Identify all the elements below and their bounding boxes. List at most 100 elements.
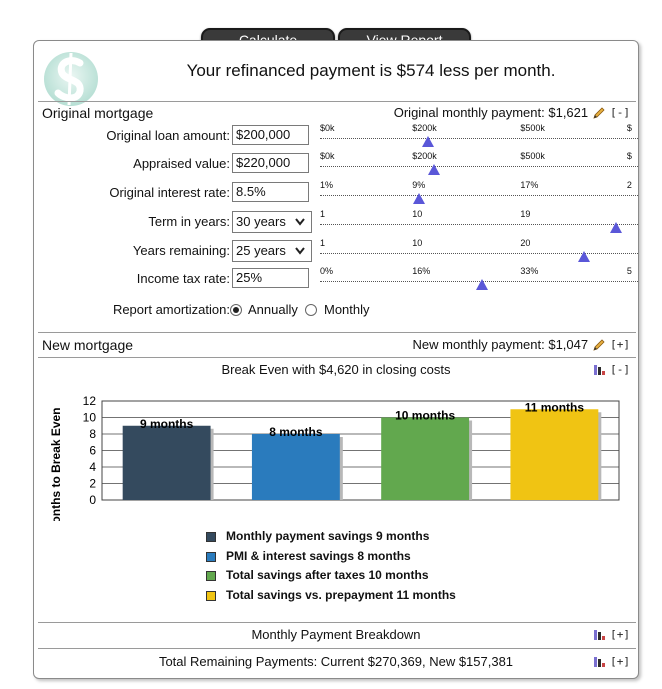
new-payment-text: New monthly payment: $1,047 bbox=[412, 337, 589, 352]
legend-item: PMI & interest savings 8 months bbox=[206, 549, 456, 569]
select-value: 25 years bbox=[236, 243, 286, 258]
chart-controls: [-] bbox=[594, 363, 630, 376]
slider-tick-label: 20 bbox=[520, 238, 531, 248]
slider-tick-label: 17% bbox=[520, 180, 539, 190]
slider-tick-label: 1% bbox=[320, 180, 334, 190]
slider-thumb[interactable] bbox=[476, 279, 489, 290]
chart-legend: Monthly payment savings 9 months PMI & in… bbox=[206, 529, 456, 607]
bar-data-label: 9 months bbox=[140, 417, 194, 431]
field-input[interactable]: $220,000 bbox=[232, 153, 309, 173]
slider-tick-label: 2 bbox=[626, 180, 632, 190]
legend-item: Monthly payment savings 9 months bbox=[206, 529, 456, 549]
divider bbox=[38, 357, 636, 358]
pencil-icon[interactable] bbox=[592, 338, 606, 352]
divider bbox=[38, 332, 636, 333]
field-label: Term in years: bbox=[148, 214, 230, 229]
divider bbox=[38, 622, 636, 623]
chart-title: Break Even with $4,620 in closing costs bbox=[221, 362, 451, 377]
new-expand-toggle[interactable]: [+] bbox=[610, 338, 630, 351]
bar-data-label: 8 months bbox=[269, 425, 323, 439]
pencil-icon[interactable] bbox=[592, 106, 606, 120]
monthly-label: Monthly bbox=[324, 302, 370, 317]
original-collapse-toggle[interactable]: [-] bbox=[610, 106, 630, 119]
slider-tick-label: $ bbox=[626, 123, 632, 133]
slider-thumb[interactable] bbox=[412, 193, 425, 204]
legend-label: Total savings vs. prepayment 11 months bbox=[226, 587, 456, 602]
field-slider[interactable]: 1% 9% 17% 2 bbox=[320, 180, 638, 206]
slider-thumb[interactable] bbox=[577, 251, 590, 262]
field-row: Years remaining: 25 years 1 10 20 bbox=[34, 238, 638, 264]
field-row: Original loan amount: $200,000 $0k $200k $50… bbox=[34, 123, 638, 149]
slider-tick-label: $500k bbox=[520, 151, 545, 161]
original-summary: Original monthly payment: $1,621 [-] bbox=[394, 105, 630, 120]
slider-thumb[interactable] bbox=[609, 222, 622, 233]
legend-swatch bbox=[206, 571, 216, 581]
field-input[interactable]: 8.5% bbox=[232, 182, 309, 202]
field-label: Income tax rate: bbox=[136, 271, 230, 286]
slider-tick-label: $500k bbox=[520, 123, 545, 133]
field-row: Original interest rate: 8.5% 1% 9% 17% 2 bbox=[34, 180, 638, 206]
slider-track bbox=[320, 253, 638, 254]
legend-swatch bbox=[206, 532, 216, 542]
field-label: Original interest rate: bbox=[109, 185, 230, 200]
field-label: Appraised value: bbox=[133, 156, 230, 171]
y-tick-label: 8 bbox=[89, 427, 96, 441]
annually-label: Annually bbox=[248, 302, 298, 317]
legend-label: Monthly payment savings 9 months bbox=[226, 529, 430, 543]
field-slider[interactable]: 0% 16% 33% 5 bbox=[320, 266, 638, 292]
field-input[interactable]: $200,000 bbox=[232, 125, 309, 145]
years-remaining-select[interactable]: 25 years bbox=[232, 240, 312, 262]
slider-tick-label: 33% bbox=[520, 266, 539, 276]
y-tick-label: 6 bbox=[89, 444, 96, 458]
term-select[interactable]: 30 years bbox=[232, 211, 312, 233]
y-tick-label: 12 bbox=[83, 394, 97, 408]
y-tick-label: 2 bbox=[89, 477, 96, 491]
slider-tick-label: 10 bbox=[412, 209, 423, 219]
chevron-down-icon bbox=[295, 247, 305, 255]
slider-thumb[interactable] bbox=[428, 164, 441, 175]
amortization-row: Report amortization: Annually Monthly bbox=[34, 301, 638, 321]
bar bbox=[381, 417, 470, 500]
new-mortgage-title: New mortgage bbox=[42, 337, 134, 353]
slider-track bbox=[320, 138, 638, 139]
slider-tick-label: 1 bbox=[320, 238, 326, 248]
headline: Your refinanced payment is $574 less per… bbox=[186, 61, 556, 80]
monthly-radio[interactable] bbox=[305, 304, 317, 316]
legend-item: Total savings vs. prepayment 11 months bbox=[206, 588, 456, 608]
field-input[interactable]: 25% bbox=[232, 268, 309, 288]
remaining-payments-title[interactable]: Total Remaining Payments: Current $270,3… bbox=[34, 654, 638, 669]
annually-radio[interactable] bbox=[230, 304, 242, 316]
field-slider[interactable]: $0k $200k $500k $ bbox=[320, 151, 638, 177]
slider-track bbox=[320, 166, 638, 167]
remaining-expand-toggle[interactable]: [+] bbox=[610, 655, 630, 668]
legend-label: Total savings after taxes 10 months bbox=[226, 568, 429, 582]
slider-tick-label: 0% bbox=[320, 266, 334, 276]
slider-track bbox=[320, 195, 638, 196]
remaining-controls: [+] bbox=[594, 655, 630, 668]
bar bbox=[510, 409, 599, 500]
select-value: 30 years bbox=[236, 214, 286, 229]
bar-chart-icon[interactable] bbox=[594, 364, 608, 375]
field-slider[interactable]: 1 10 20 bbox=[320, 238, 638, 264]
field-slider[interactable]: $0k $200k $500k $ bbox=[320, 123, 638, 149]
y-axis-label: Months to Break Even bbox=[49, 407, 63, 521]
monthly-breakdown-title[interactable]: Monthly Payment Breakdown bbox=[34, 627, 638, 642]
slider-thumb[interactable] bbox=[422, 136, 435, 147]
y-tick-label: 0 bbox=[89, 493, 96, 507]
chevron-down-icon bbox=[295, 218, 305, 226]
bar bbox=[251, 434, 340, 500]
legend-item: Total savings after taxes 10 months bbox=[206, 568, 456, 588]
chart-collapse-toggle[interactable]: [-] bbox=[610, 363, 630, 376]
divider bbox=[38, 648, 636, 649]
field-label: Original loan amount: bbox=[106, 128, 230, 143]
slider-tick-label: 9% bbox=[412, 180, 426, 190]
bar-chart-icon[interactable] bbox=[594, 629, 608, 640]
slider-tick-label: 5 bbox=[626, 266, 632, 276]
field-slider[interactable]: 1 10 19 bbox=[320, 209, 638, 235]
breakdown-expand-toggle[interactable]: [+] bbox=[610, 628, 630, 641]
bar-data-label: 11 months bbox=[525, 400, 585, 414]
slider-tick-label: 1 bbox=[320, 209, 326, 219]
field-row: Appraised value: $220,000 $0k $200k $500k $ bbox=[34, 151, 638, 177]
bar-chart-icon[interactable] bbox=[594, 656, 608, 667]
legend-label: PMI & interest savings 8 months bbox=[226, 548, 411, 563]
